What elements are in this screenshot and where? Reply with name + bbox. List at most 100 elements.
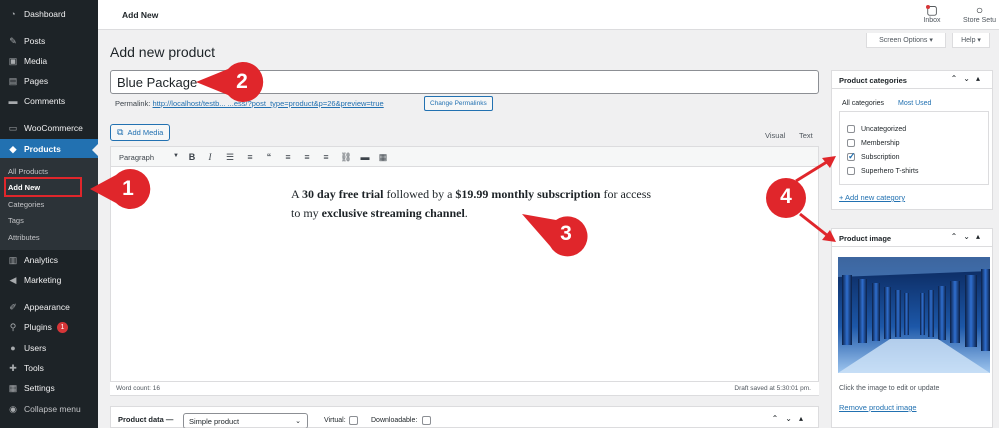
- product-type-value: Simple product: [189, 417, 240, 426]
- circle-icon: ○: [975, 3, 984, 17]
- add-new-category-link[interactable]: + Add new category: [839, 193, 905, 202]
- inbox-button[interactable]: ▢ Inbox: [916, 3, 948, 24]
- bullet-list-button[interactable]: ☰: [223, 150, 237, 164]
- top-bar: Add New ▢ Inbox ○ Store Setu: [98, 0, 999, 30]
- menu-label: Pages: [24, 76, 49, 86]
- category-checkbox[interactable]: [847, 151, 856, 162]
- link-button[interactable]: ⛓: [339, 150, 353, 164]
- menu-label: Dashboard: [24, 9, 66, 19]
- menu-users[interactable]: ● Users: [0, 338, 98, 358]
- menu-label: WooCommerce: [24, 123, 83, 133]
- product-data-label: Product data —: [118, 415, 174, 424]
- content-editor[interactable]: Paragraph ▼ B I ☰ ≡ “ ≡ ≡ ≡ ⛓ ▬ ▦ A 30 d…: [110, 146, 819, 396]
- word-count: Word count: 16: [116, 385, 160, 392]
- store-setup-label: Store Setu: [962, 17, 997, 24]
- align-left-button[interactable]: ≡: [281, 150, 295, 164]
- menu-woocommerce[interactable]: ▭ WooCommerce: [0, 118, 98, 138]
- menu-plugins[interactable]: ⚲ Plugins 1: [0, 317, 98, 337]
- inbox-label: Inbox: [923, 17, 941, 24]
- category-superhero-tshirts[interactable]: Superhero T-shirts: [847, 167, 918, 175]
- chart-icon: ▥: [8, 255, 18, 265]
- draft-saved-status: Draft saved at 5:30:01 pm.: [734, 385, 811, 392]
- content-text: .: [464, 206, 468, 220]
- menu-label: Users: [24, 343, 47, 353]
- editor-content[interactable]: A 30 day free trial followed by a $19.99…: [291, 185, 661, 223]
- category-checkbox[interactable]: [847, 139, 855, 147]
- menu-collapse[interactable]: ◉ Collapse menu: [0, 399, 98, 419]
- menu-label: Marketing: [24, 275, 62, 285]
- menu-label: Appearance: [24, 302, 70, 312]
- woo-icon: ▭: [8, 123, 18, 133]
- box-icon: ◆: [9, 144, 17, 154]
- menu-settings[interactable]: ▦ Settings: [0, 378, 98, 398]
- toolbar-toggle-button[interactable]: ▦: [376, 150, 390, 164]
- menu-appearance[interactable]: ✐ Appearance: [0, 297, 98, 317]
- annotation-number: 2: [236, 70, 248, 93]
- user-icon: ●: [10, 343, 16, 353]
- add-media-button[interactable]: ⧉ Add Media: [110, 124, 171, 141]
- permalink-url[interactable]: http://localhost/testb... ...ess/?post_t…: [153, 99, 384, 108]
- bold-button[interactable]: B: [185, 150, 199, 164]
- screen-options-button[interactable]: Screen Options ▾: [866, 33, 946, 48]
- downloadable-checkbox[interactable]: [422, 416, 431, 425]
- tab-visual[interactable]: Visual: [765, 131, 785, 140]
- menu-media[interactable]: ▣ Media: [0, 51, 98, 71]
- menu-comments[interactable]: ▬ Comments: [0, 91, 98, 111]
- category-uncategorized[interactable]: Uncategorized: [847, 125, 906, 133]
- align-right-button[interactable]: ≡: [319, 150, 333, 164]
- wrench-icon: ✚: [9, 363, 17, 373]
- dashboard-icon: ◔: [10, 9, 16, 19]
- menu-analytics[interactable]: ▥ Analytics: [0, 250, 98, 270]
- brush-icon: ✐: [9, 302, 17, 312]
- active-menu-arrow: [92, 144, 98, 156]
- read-more-button[interactable]: ▬: [358, 150, 372, 164]
- menu-marketing[interactable]: ◀ Marketing: [0, 270, 98, 290]
- paragraph-select[interactable]: Paragraph: [119, 153, 154, 162]
- topbar-title: Add New: [122, 10, 159, 20]
- submenu-categories[interactable]: Categories: [8, 200, 44, 209]
- menu-label: Products: [24, 144, 61, 154]
- menu-label: Media: [24, 56, 48, 66]
- numbered-list-button[interactable]: ≡: [243, 150, 257, 164]
- editor-toolbar: Paragraph ▼ B I ☰ ≡ “ ≡ ≡ ≡ ⛓ ▬ ▦: [111, 147, 818, 167]
- category-membership[interactable]: Membership: [847, 139, 900, 147]
- remove-product-image-link[interactable]: Remove product image: [839, 403, 917, 412]
- category-checkbox[interactable]: [847, 167, 855, 175]
- menu-label: Posts: [24, 36, 46, 46]
- category-checkbox[interactable]: [847, 125, 855, 133]
- box-controls[interactable]: ⌃⌄▴: [772, 414, 810, 423]
- tab-most-used[interactable]: Most Used: [898, 100, 931, 107]
- menu-label: Comments: [24, 96, 66, 106]
- submenu-attributes[interactable]: Attributes: [8, 233, 40, 242]
- menu-pages[interactable]: ▤ Pages: [0, 71, 98, 91]
- annotation-number: 1: [122, 177, 134, 200]
- menu-label: Analytics: [24, 255, 59, 265]
- help-button[interactable]: Help ▾: [952, 33, 990, 48]
- change-permalinks-button[interactable]: Change Permalinks: [424, 96, 493, 111]
- align-center-button[interactable]: ≡: [300, 150, 314, 164]
- box-controls[interactable]: ⌃⌄▴: [951, 232, 986, 241]
- category-subscription[interactable]: Subscription: [847, 151, 900, 162]
- plug-icon: ⚲: [9, 322, 17, 332]
- italic-button[interactable]: I: [203, 150, 217, 164]
- annotation-2: 2: [194, 60, 268, 104]
- box-controls[interactable]: ⌃⌄▴: [951, 74, 986, 83]
- category-label: Superhero T-shirts: [861, 167, 919, 175]
- store-setup-button[interactable]: ○ Store Setu: [960, 3, 999, 24]
- menu-products[interactable]: ◆ Products: [0, 139, 98, 159]
- plugins-update-badge: 1: [56, 321, 68, 333]
- tab-all-categories[interactable]: All categories: [842, 100, 884, 107]
- virtual-checkbox[interactable]: [349, 416, 358, 425]
- inbox-icon: ▢: [926, 3, 938, 17]
- tab-text[interactable]: Text: [799, 131, 813, 140]
- blockquote-button[interactable]: “: [262, 150, 276, 164]
- media-icon: ⧉: [117, 127, 124, 137]
- submenu-tags[interactable]: Tags: [8, 216, 24, 225]
- menu-dashboard[interactable]: ◔ Dashboard: [0, 4, 98, 24]
- virtual-label: Virtual:: [324, 417, 346, 424]
- menu-tools[interactable]: ✚ Tools: [0, 358, 98, 378]
- product-image-thumbnail[interactable]: [838, 257, 990, 373]
- menu-posts[interactable]: ✎ Posts: [0, 31, 98, 51]
- product-type-select[interactable]: Simple product ⌄: [183, 413, 308, 428]
- submenu-all-products[interactable]: All Products: [8, 167, 48, 176]
